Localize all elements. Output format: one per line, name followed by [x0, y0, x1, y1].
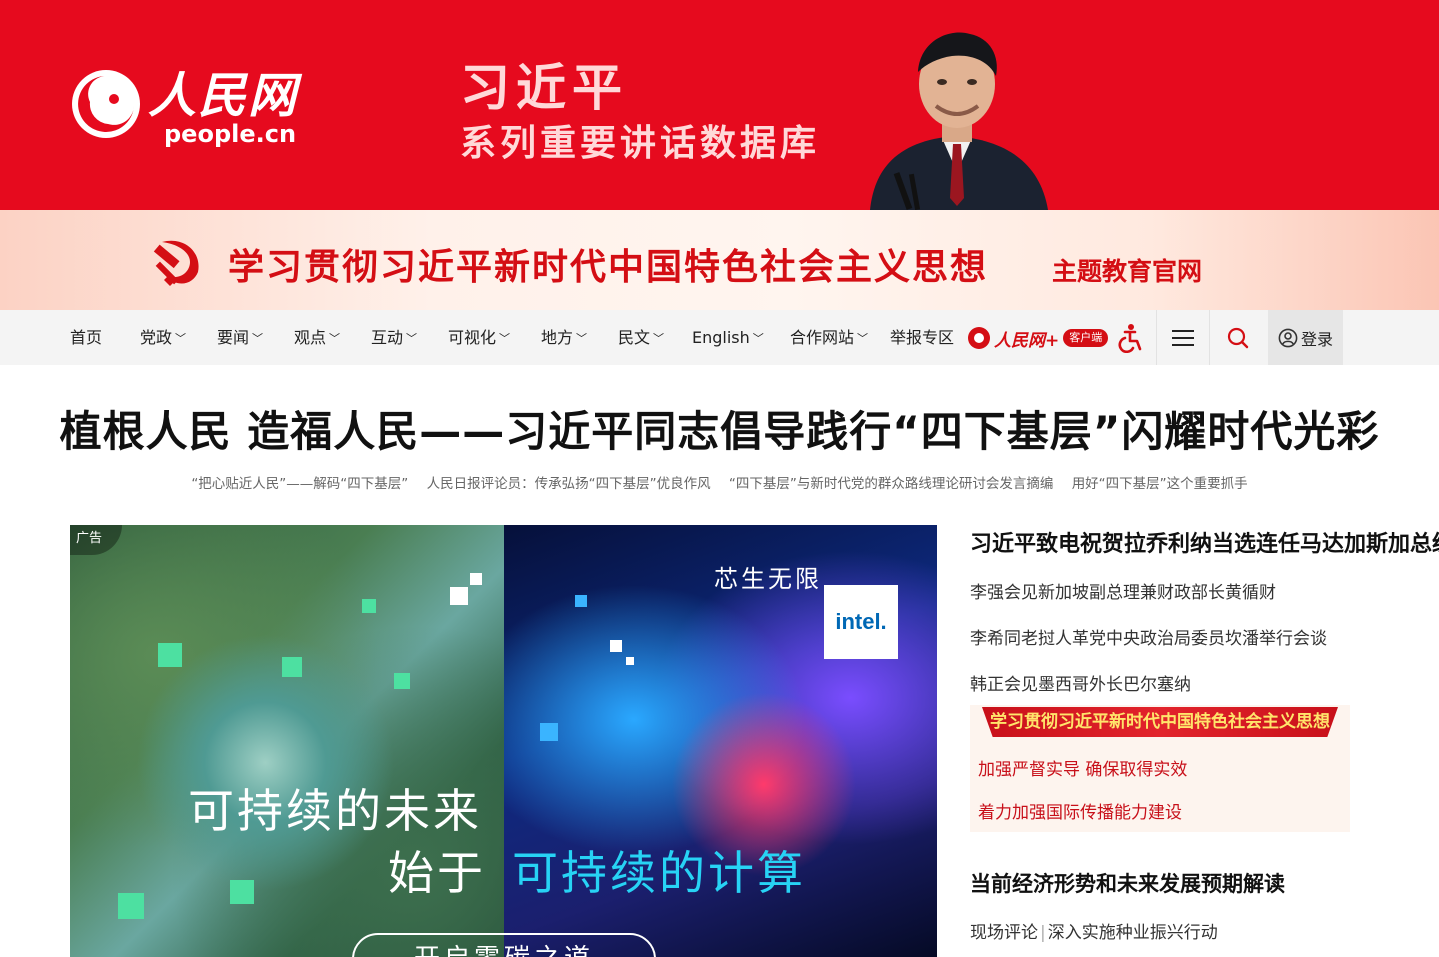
- ad-cta-button[interactable]: 开启零碳之道: [352, 933, 656, 957]
- main-headline[interactable]: 植根人民 造福人民——习近平同志倡导践行“四下基层”闪耀时代光彩: [0, 398, 1439, 459]
- chevron-down-icon: ﹀: [175, 332, 187, 345]
- economy-link[interactable]: 现场评论: [970, 923, 1038, 943]
- ad-slogan: 芯生无限: [714, 565, 822, 593]
- nav-item-partners[interactable]: 合作网站 ﹀: [790, 310, 868, 365]
- chevron-down-icon: ﹀: [857, 332, 869, 345]
- intel-logo: intel.: [824, 585, 898, 659]
- theme-tail-text: 主题教育官网: [1052, 257, 1203, 286]
- nav-label: 党政: [140, 328, 173, 347]
- site-logo[interactable]: 人民网 people.cn: [68, 58, 308, 158]
- nav-label: 观点: [294, 328, 327, 347]
- ad-pixel: [610, 640, 622, 652]
- sub-link[interactable]: 用好“四下基层”这个重要抓手: [1072, 476, 1248, 492]
- nav-item-local[interactable]: 地方 ﹀: [541, 310, 587, 365]
- leader-portrait: [870, 32, 1048, 210]
- accessibility-icon: [1118, 323, 1142, 353]
- search-button[interactable]: [1212, 310, 1264, 365]
- economy-links: 现场评论 | 深入实施种业振兴行动: [970, 918, 1218, 943]
- app-badge: 客户端: [1063, 329, 1109, 347]
- study-item[interactable]: 着力加强国际传播能力建设: [978, 798, 1182, 823]
- news-item[interactable]: 韩正会见墨西哥外长巴尔塞纳: [970, 670, 1191, 695]
- ad-headline-line2-highlight: 可持续的计算: [512, 846, 806, 900]
- ad-pixel: [450, 587, 468, 605]
- nav-item-minwen[interactable]: 民文 ﹀: [618, 310, 664, 365]
- logo-swirl-icon: [72, 70, 140, 138]
- ad-pixel: [118, 893, 144, 919]
- app-logo-icon: [968, 327, 990, 349]
- hammer-sickle-icon: [153, 240, 199, 286]
- nav-item-interact[interactable]: 互动 ﹀: [371, 310, 417, 365]
- ad-headline-line2-prefix: 始于: [388, 846, 486, 900]
- nav-item-report[interactable]: 举报专区: [890, 310, 954, 365]
- link-separator: |: [1040, 923, 1046, 943]
- nav-label: 民文: [618, 328, 651, 347]
- nav-item-news[interactable]: 要闻 ﹀: [217, 310, 263, 365]
- headline-sub-links: “把心贴近人民”——解码“四下基层” 人民日报评论员：传承弘扬“四下基层”优良作…: [0, 472, 1439, 492]
- nav-item-party[interactable]: 党政 ﹀: [140, 310, 186, 365]
- login-label: 登录: [1300, 329, 1333, 349]
- intel-advertisement[interactable]: 广告 芯生无限 intel. 可持续的未来 始于 可持续的计算 开启零碳之道: [70, 525, 937, 957]
- sub-link[interactable]: “四下基层”与新时代党的群众路线理论研讨会发言摘编: [729, 476, 1054, 492]
- nav-label: 地方: [541, 328, 574, 347]
- nav-label: 举报专区: [890, 328, 955, 347]
- chevron-down-icon: ﹀: [752, 332, 764, 345]
- hamburger-menu-icon: [1172, 329, 1194, 346]
- ad-pixel: [540, 723, 558, 741]
- nav-label: 互动: [371, 328, 404, 347]
- chevron-down-icon: ﹀: [499, 332, 511, 345]
- chevron-down-icon: ﹀: [576, 332, 588, 345]
- sub-link[interactable]: 人民日报评论员：传承弘扬“四下基层”优良作风: [427, 476, 711, 492]
- theme-education-banner[interactable]: 学习贯彻习近平新时代中国特色社会主义思想 主题教育官网: [0, 210, 1439, 310]
- study-theme-banner[interactable]: 学习贯彻习近平新时代中国特色社会主义思想: [982, 707, 1338, 737]
- ad-pixel: [158, 643, 182, 667]
- login-button[interactable]: 登录: [1268, 310, 1343, 365]
- app-client-link[interactable]: 人民网+ 客户端: [968, 325, 1109, 351]
- economy-link[interactable]: 深入实施种业振兴行动: [1048, 923, 1218, 943]
- ad-headline-line1: 可持续的未来: [188, 784, 482, 838]
- chevron-down-icon: ﹀: [653, 332, 665, 345]
- top-banner: 人民网 people.cn 习近平 系列重要讲话数据库: [0, 0, 1439, 210]
- nav-label: 首页: [70, 328, 103, 347]
- nav-item-english[interactable]: English ﹀: [692, 310, 764, 365]
- nav-label: 合作网站: [790, 328, 855, 347]
- main-nav: 首页 党政 ﹀ 要闻 ﹀ 观点 ﹀ 互动 ﹀ 可视化 ﹀ 地方 ﹀ 民文 ﹀ English ﹀…: [0, 310, 1439, 365]
- promo-subtitle[interactable]: 系列重要讲话数据库: [460, 114, 820, 166]
- promo-title[interactable]: 习近平: [460, 48, 628, 120]
- nav-label: English: [692, 328, 750, 347]
- app-name: 人民网+: [994, 330, 1060, 351]
- nav-divider: [1209, 310, 1210, 365]
- news-item[interactable]: 李强会见新加坡副总理兼财政部长黄循财: [970, 578, 1276, 603]
- chevron-down-icon: ﹀: [252, 332, 264, 345]
- nav-item-opinion[interactable]: 观点 ﹀: [294, 310, 340, 365]
- ad-pixel: [230, 880, 254, 904]
- ad-pixel: [575, 595, 587, 607]
- chevron-down-icon: ﹀: [406, 332, 418, 345]
- logo-domain: people.cn: [164, 120, 297, 148]
- user-icon: [1278, 328, 1298, 347]
- ad-pixel: [282, 657, 302, 677]
- accessibility-button[interactable]: [1104, 310, 1156, 365]
- ad-pixel: [626, 657, 634, 665]
- menu-button[interactable]: [1157, 310, 1209, 365]
- top-news-headline[interactable]: 习近平致电祝贺拉乔利纳当选连任马达加斯加总统: [970, 526, 1439, 558]
- nav-item-home[interactable]: 首页: [70, 310, 102, 365]
- theme-main-text: 学习贯彻习近平新时代中国特色社会主义思想: [228, 247, 989, 288]
- nav-label: 要闻: [217, 328, 250, 347]
- sub-link[interactable]: “把心贴近人民”——解码“四下基层”: [191, 476, 408, 492]
- study-theme-box: 学习贯彻习近平新时代中国特色社会主义思想 加强严督实导 确保取得实效 着力加强国…: [970, 705, 1350, 832]
- news-item[interactable]: 李希同老挝人革党中央政治局委员坎潘举行会谈: [970, 624, 1327, 649]
- ad-pixel: [362, 599, 376, 613]
- economy-section-title[interactable]: 当前经济形势和未来发展预期解读: [970, 868, 1285, 898]
- nav-item-visual[interactable]: 可视化 ﹀: [448, 310, 510, 365]
- logo-name: 人民网: [148, 68, 299, 124]
- study-item[interactable]: 加强严督实导 确保取得实效: [978, 755, 1187, 780]
- search-icon: [1227, 327, 1249, 348]
- nav-label: 可视化: [448, 328, 497, 347]
- ad-pixel: [470, 573, 482, 585]
- chevron-down-icon: ﹀: [329, 332, 341, 345]
- ad-pixel: [394, 673, 410, 689]
